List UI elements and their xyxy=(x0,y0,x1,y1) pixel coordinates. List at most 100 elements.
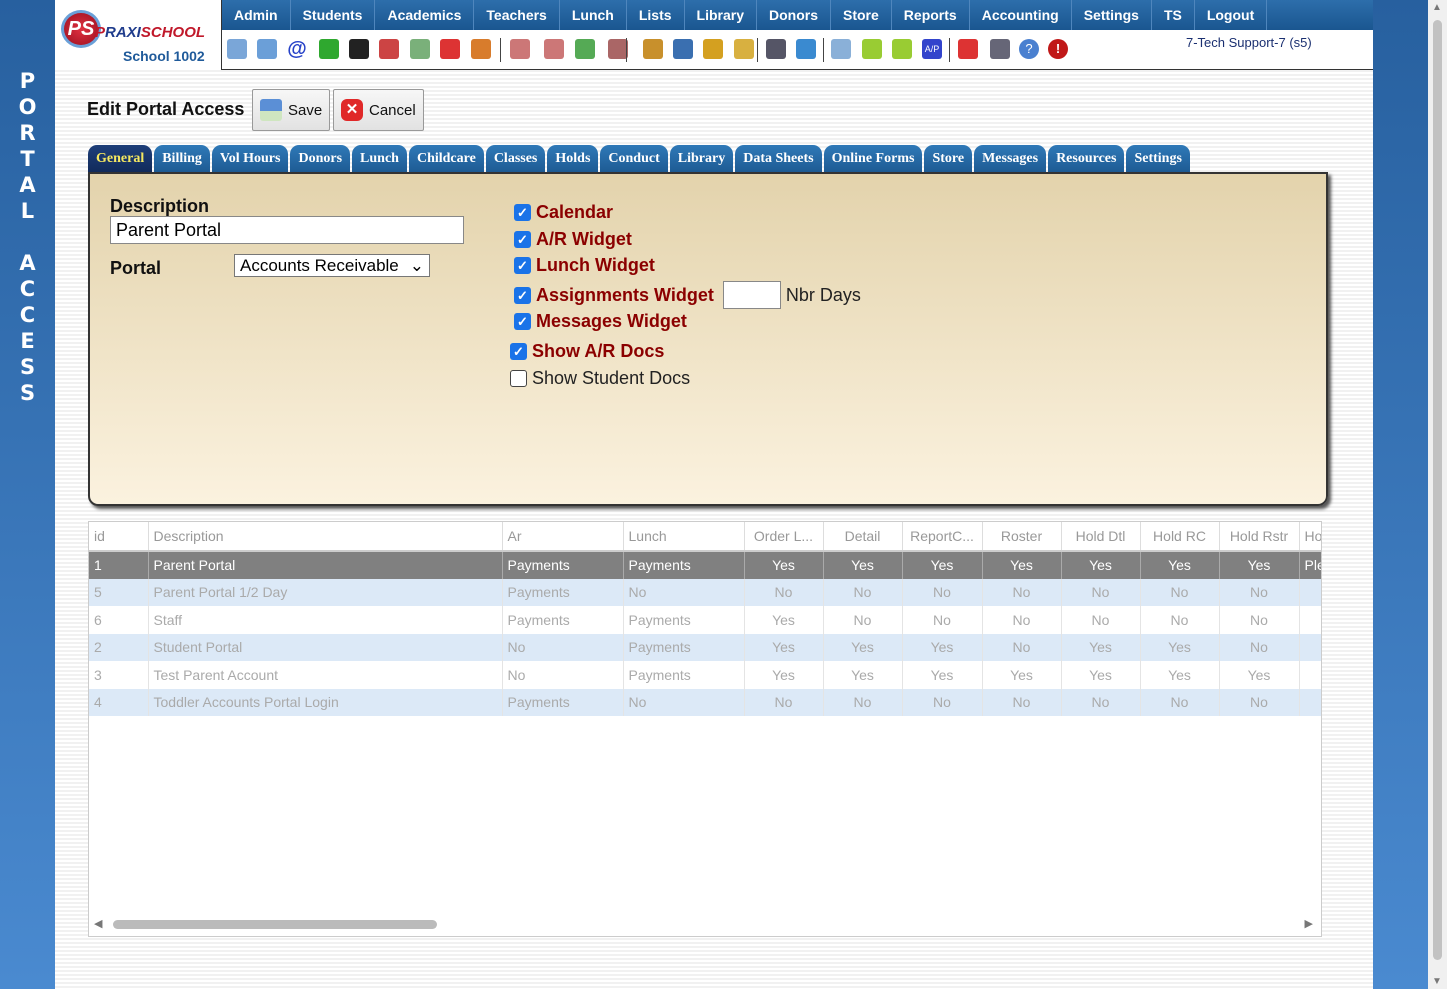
student-icon[interactable] xyxy=(544,39,564,59)
nav-lunch[interactable]: Lunch xyxy=(560,0,627,30)
column-header[interactable]: Order L... xyxy=(744,522,824,552)
checkbox-checked-icon[interactable]: ✓ xyxy=(510,343,527,360)
table-row[interactable]: 3 Test Parent Account No Payments Yes Yes Yes Y… xyxy=(89,661,1321,689)
tab-data-sheets[interactable]: Data Sheets xyxy=(735,145,822,173)
lunch-icon[interactable] xyxy=(643,39,663,59)
checkbox-messages-widget[interactable]: ✓ Messages Widget xyxy=(514,311,687,332)
checkbox-checked-icon[interactable]: ✓ xyxy=(514,313,531,330)
cancel-button[interactable]: ✕ Cancel xyxy=(333,89,424,131)
nav-lists[interactable]: Lists xyxy=(627,0,685,30)
nav-students[interactable]: Students xyxy=(291,0,376,30)
column-header[interactable]: Hold Rstr xyxy=(1219,522,1300,552)
table-row[interactable]: 5 Parent Portal 1/2 Day Payments No No No No No… xyxy=(89,578,1321,606)
description-input[interactable]: Parent Portal xyxy=(110,216,464,244)
book-icon[interactable] xyxy=(673,39,693,59)
column-header[interactable]: Hold RC xyxy=(1140,522,1220,552)
scroll-up-icon[interactable]: ▲ xyxy=(1432,2,1442,13)
email-icon[interactable]: @ xyxy=(287,39,307,59)
nav-settings[interactable]: Settings xyxy=(1072,0,1152,30)
checkbox-calendar[interactable]: ✓ Calendar xyxy=(514,202,613,223)
add-student-icon[interactable] xyxy=(510,39,530,59)
schedule-icon[interactable] xyxy=(410,39,430,59)
calendar-icon[interactable] xyxy=(440,39,460,59)
nav-teachers[interactable]: Teachers xyxy=(474,0,560,30)
table-row[interactable]: 1 Parent Portal Payments Payments Yes Yes Yes Y… xyxy=(89,551,1321,579)
nav-admin[interactable]: Admin xyxy=(222,0,291,30)
checkbox-checked-icon[interactable]: ✓ xyxy=(514,231,531,248)
export-icon[interactable] xyxy=(734,39,754,59)
nav-accounting[interactable]: Accounting xyxy=(970,0,1072,30)
portal-select[interactable]: Accounts Receivable ⌄ xyxy=(234,254,430,277)
checkbox-checked-icon[interactable]: ✓ xyxy=(514,204,531,221)
save-button[interactable]: Save xyxy=(252,89,331,131)
table-row[interactable]: 2 Student Portal No Payments Yes Yes Yes No Yes Y… xyxy=(89,633,1321,661)
tab-classes[interactable]: Classes xyxy=(485,145,546,173)
column-header[interactable]: Ho xyxy=(1299,522,1321,552)
bell-icon[interactable] xyxy=(703,39,723,59)
column-header[interactable]: Hold Dtl xyxy=(1061,522,1141,552)
tab-conduct[interactable]: Conduct xyxy=(600,145,668,173)
vertical-scrollbar[interactable]: ▲ ▼ xyxy=(1428,0,1447,989)
calendar-grid-icon[interactable] xyxy=(257,39,277,59)
scroll-thumb[interactable] xyxy=(1433,20,1442,960)
column-header[interactable]: id xyxy=(89,522,149,552)
tab-donors[interactable]: Donors xyxy=(290,145,351,173)
scroll-right-icon[interactable]: ▶ xyxy=(1305,917,1313,930)
tab-settings[interactable]: Settings xyxy=(1126,145,1190,173)
spreadsheet-icon[interactable] xyxy=(831,39,851,59)
check-icon[interactable] xyxy=(862,39,882,59)
stop-icon[interactable]: ! xyxy=(1048,39,1068,59)
checkbox-unchecked-icon[interactable] xyxy=(510,370,527,387)
checkbox-a-r-widget[interactable]: ✓ A/R Widget xyxy=(514,229,632,250)
column-header[interactable]: ReportC... xyxy=(902,522,983,552)
checkbox-show-student-docs[interactable]: Show Student Docs xyxy=(510,368,690,389)
nav-logout[interactable]: Logout xyxy=(1195,0,1268,30)
column-header[interactable]: Lunch xyxy=(623,522,745,552)
phone-icon[interactable] xyxy=(349,39,369,59)
print-check-icon[interactable] xyxy=(892,39,912,59)
tab-vol-hours[interactable]: Vol Hours xyxy=(211,145,289,173)
tab-general[interactable]: General xyxy=(88,145,153,173)
tab-library[interactable]: Library xyxy=(669,145,734,173)
megaphone-icon[interactable] xyxy=(471,39,491,59)
tab-childcare[interactable]: Childcare xyxy=(408,145,484,173)
column-header[interactable]: Roster xyxy=(982,522,1062,552)
cash-register-icon[interactable] xyxy=(990,39,1010,59)
nav-store[interactable]: Store xyxy=(831,0,892,30)
tab-store[interactable]: Store xyxy=(924,145,973,173)
horizontal-scrollbar[interactable]: ◀ ▶ xyxy=(89,918,1321,932)
checkbox-show-a-r-docs[interactable]: ✓ Show A/R Docs xyxy=(510,341,664,362)
tab-lunch[interactable]: Lunch xyxy=(352,145,407,173)
parents-icon[interactable] xyxy=(608,39,628,59)
checkbox-checked-icon[interactable]: ✓ xyxy=(514,257,531,274)
alarm-clock-icon[interactable] xyxy=(796,39,816,59)
tab-holds[interactable]: Holds xyxy=(547,145,599,173)
chat-icon[interactable] xyxy=(319,39,339,59)
scroll-down-icon[interactable]: ▼ xyxy=(1432,976,1442,987)
ap-icon[interactable]: A/P xyxy=(922,39,942,59)
nav-ts[interactable]: TS xyxy=(1152,0,1195,30)
scroll-left-icon[interactable]: ◀ xyxy=(94,917,102,930)
tab-online-forms[interactable]: Online Forms xyxy=(823,145,923,173)
nav-donors[interactable]: Donors xyxy=(757,0,831,30)
column-header[interactable]: Ar xyxy=(502,522,624,552)
teacher-icon[interactable] xyxy=(766,39,786,59)
money-icon[interactable] xyxy=(575,39,595,59)
scroll-thumb[interactable] xyxy=(113,920,437,929)
tab-billing[interactable]: Billing xyxy=(154,145,210,173)
checkbox-assignments-widget[interactable]: ✓ Assignments Widget Nbr Days xyxy=(514,281,861,309)
table-row[interactable]: 4 Toddler Accounts Portal Login Payments No… xyxy=(89,688,1321,716)
column-header[interactable]: Description xyxy=(148,522,503,552)
checkbox-checked-icon[interactable]: ✓ xyxy=(514,286,531,304)
nav-reports[interactable]: Reports xyxy=(892,0,970,30)
nbr-days-input[interactable] xyxy=(722,281,781,309)
column-header[interactable]: Detail xyxy=(823,522,903,552)
logo[interactable]: PS PRAXISCHOOL School 1002 xyxy=(55,0,222,70)
tab-messages[interactable]: Messages xyxy=(974,145,1047,173)
search-icon[interactable] xyxy=(227,39,247,59)
checkbox-lunch-widget[interactable]: ✓ Lunch Widget xyxy=(514,255,655,276)
nav-library[interactable]: Library xyxy=(685,0,757,30)
table-row[interactable]: 6 Staff Payments Payments Yes No No No No No No xyxy=(89,606,1321,634)
tab-resources[interactable]: Resources xyxy=(1048,145,1125,173)
nav-academics[interactable]: Academics xyxy=(375,0,475,30)
